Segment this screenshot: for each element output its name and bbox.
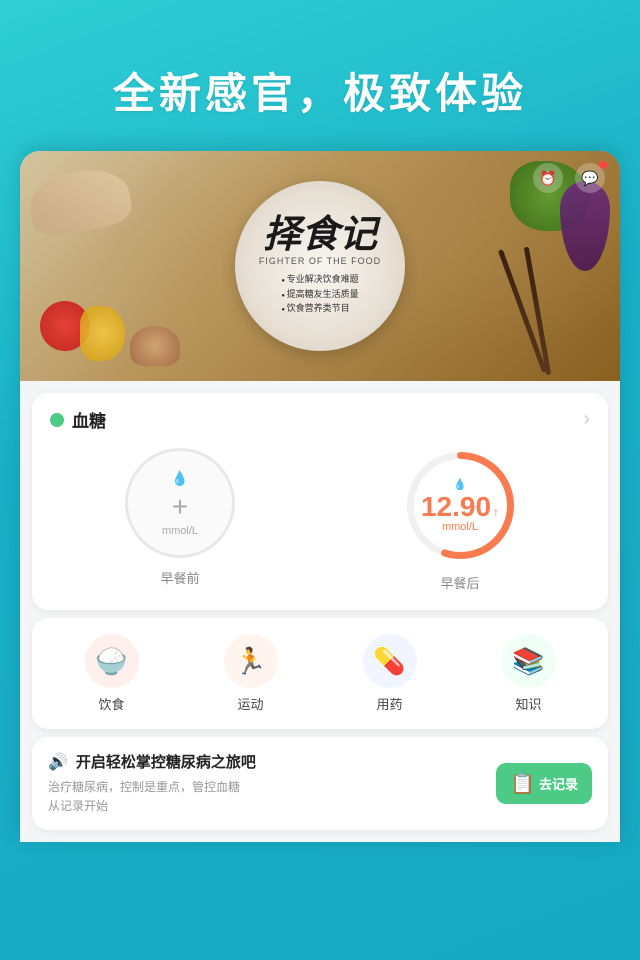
add-reading-icon: + [172,491,188,523]
bullet-2: 提高糖友生活质量 [281,287,358,302]
blood-sugar-title: 血糖 [72,407,106,432]
medication-label: 用药 [376,694,402,713]
go-record-label: 去记录 [539,774,578,793]
exercise-label: 运动 [237,694,263,713]
clock-icon[interactable]: ⏰ [533,163,563,193]
knowledge-label: 知识 [515,694,541,713]
nav-medication[interactable]: 💊 用药 [363,634,417,713]
banner-app-subtitle: FIGHTER OF THE FOOD [259,256,381,266]
medication-icon: 💊 [363,634,417,688]
bullet-1: 专业解决饮食难题 [281,272,358,287]
card-header: 血糖 › [50,407,590,432]
banner: 择食记 FIGHTER OF THE FOOD 专业解决饮食难题 提高糖友生活质… [20,151,620,381]
chevron-right-icon[interactable]: › [583,408,590,431]
banner-bullets: 专业解决饮食难题 提高糖友生活质量 饮食营养类节目 [281,272,358,316]
exercise-icon: 🏃 [224,634,278,688]
info-title: 开启轻松掌控糖尿病之旅吧 [76,751,256,772]
after-meal-value: 12.90 [421,493,491,521]
info-content: 🔊 开启轻松掌控糖尿病之旅吧 治疗糖尿病，控制是重点，管控血糖从记录开始 [48,751,484,816]
bottom-nav: 🍚 饮食 🏃 运动 💊 用药 📚 知识 [32,618,608,729]
bullet-3: 饮食营养类节目 [281,301,358,316]
nav-exercise[interactable]: 🏃 运动 [224,634,278,713]
banner-icons: ⏰ 💬 [533,163,605,193]
after-meal-label: 早餐后 [440,573,479,592]
card-header-left: 血糖 [50,407,106,432]
blood-sugar-card: 血糖 › 💧 + mmol/L 早餐前 [32,393,608,610]
info-body: 治疗糖尿病，控制是重点，管控血糖从记录开始 [48,778,484,816]
before-meal-label: 早餐前 [160,568,199,587]
header-tagline: 全新感官，极致体验 [20,60,620,121]
info-card: 🔊 开启轻松掌控糖尿病之旅吧 治疗糖尿病，控制是重点，管控血糖从记录开始 📋 去… [32,737,608,830]
food-pepper-yellow [80,306,125,361]
banner-app-title: 择食记 [263,216,377,254]
nav-knowledge[interactable]: 📚 知识 [502,634,556,713]
food-mushroom [130,326,180,366]
speaker-icon: 🔊 [48,752,68,772]
clipboard-icon: 📋 [510,771,535,796]
plate: 择食记 FIGHTER OF THE FOOD 专业解决饮食难题 提高糖友生活质… [235,181,405,351]
go-record-button[interactable]: 📋 去记录 [496,763,592,804]
after-meal-arrow: ↑ [493,505,499,519]
header: 全新感官，极致体验 [0,0,640,151]
drop-orange-icon: 💧 [453,478,467,491]
knowledge-icon: 📚 [502,634,556,688]
sugar-readings: 💧 + mmol/L 早餐前 💧 12.90 [50,448,590,592]
message-icon[interactable]: 💬 [575,163,605,193]
blood-dot-icon [50,413,64,427]
diet-icon: 🍚 [85,634,139,688]
before-meal-reading: 💧 + mmol/L 早餐前 [50,448,310,592]
info-header: 🔊 开启轻松掌控糖尿病之旅吧 [48,751,484,772]
before-meal-circle[interactable]: 💧 + mmol/L [125,448,235,558]
after-meal-reading: 💧 12.90 ↑ mmol/L 早餐后 [330,448,590,592]
nav-diet[interactable]: 🍚 饮食 [85,634,139,713]
main-card: 择食记 FIGHTER OF THE FOOD 专业解决饮食难题 提高糖友生活质… [20,151,620,842]
diet-label: 饮食 [98,694,124,713]
after-meal-circle[interactable]: 💧 12.90 ↑ mmol/L [403,448,518,563]
drop-icon: 💧 [171,470,188,487]
before-unit: mmol/L [162,525,198,537]
after-meal-unit: mmol/L [442,521,478,533]
